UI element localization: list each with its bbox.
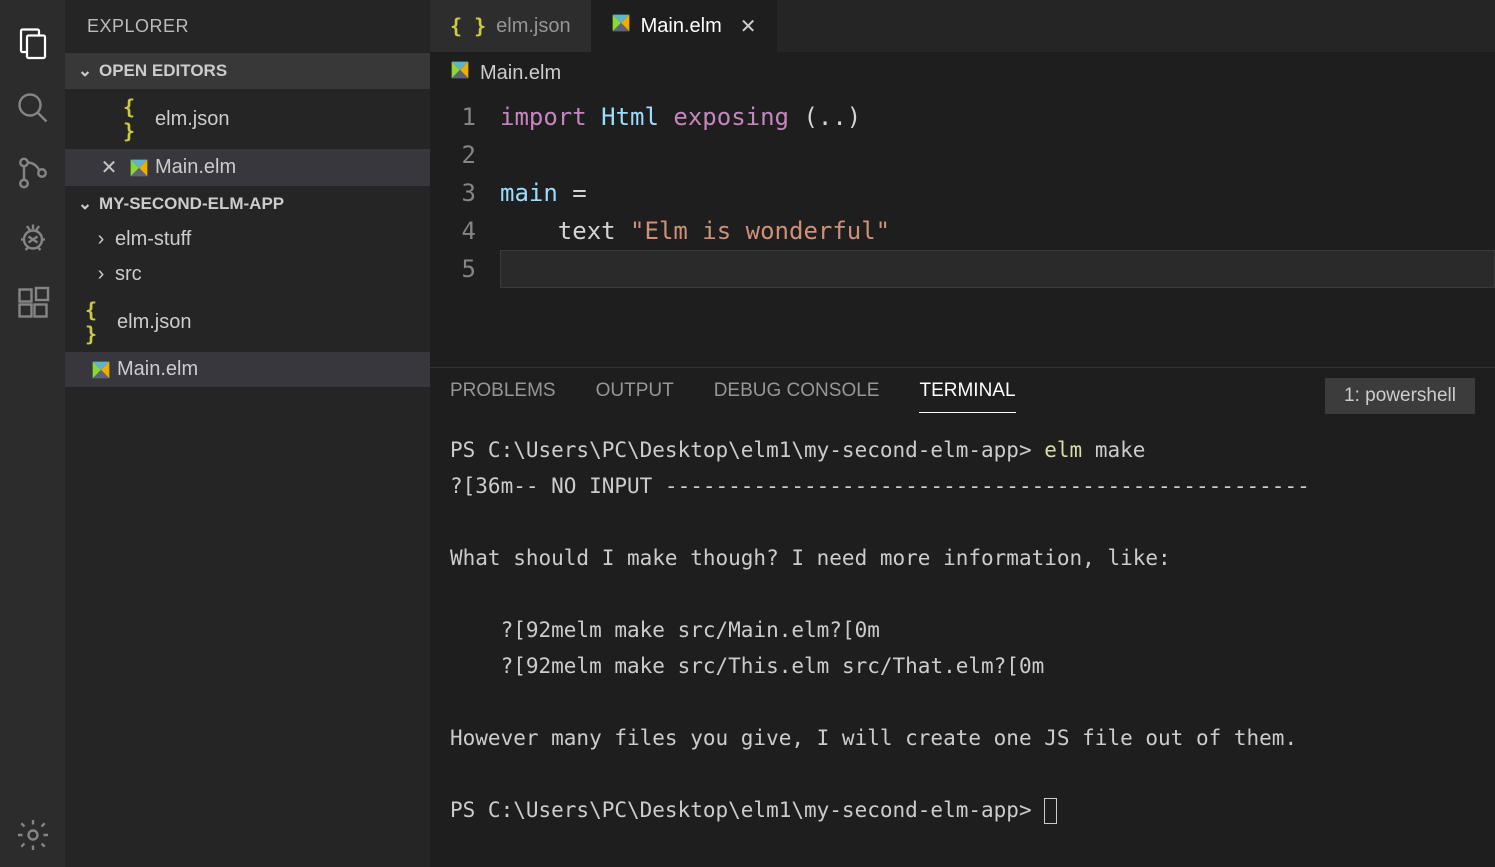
panel-tabs: PROBLEMS OUTPUT DEBUG CONSOLE TERMINAL 1… [430, 368, 1495, 414]
json-icon: { } [450, 14, 486, 38]
panel-tab-output[interactable]: OUTPUT [596, 380, 674, 412]
line-number: 2 [430, 136, 476, 174]
close-icon[interactable]: ✕ [95, 155, 123, 180]
punctuation: (..) [803, 103, 861, 131]
open-editors-header[interactable]: ⌄ OPEN EDITORS [65, 53, 430, 89]
terminal-selector[interactable]: 1: powershell [1325, 378, 1475, 414]
chevron-right-icon: › [91, 228, 111, 251]
operator: = [572, 179, 586, 207]
elm-icon [85, 360, 117, 380]
breadcrumb[interactable]: Main.elm [430, 52, 1495, 94]
tab-main-elm[interactable]: Main.elm ✕ [591, 0, 777, 52]
json-icon: { } [85, 298, 117, 346]
line-gutter: 1 2 3 4 5 [430, 98, 500, 367]
elm-icon [450, 60, 470, 86]
terminal-cursor [1044, 798, 1057, 824]
explorer-icon[interactable] [0, 10, 65, 75]
terminal-selector-label: 1: powershell [1344, 385, 1456, 406]
folder-label: elm-stuff [115, 228, 191, 251]
string: "Elm is wonderful" [630, 217, 890, 245]
source-control-icon[interactable] [0, 140, 65, 205]
folder-label: src [115, 263, 142, 286]
terminal-line: However many files you give, I will crea… [450, 726, 1297, 750]
keyword: exposing [673, 103, 789, 131]
open-editor-elm-json[interactable]: { } elm.json [65, 89, 430, 149]
settings-gear-icon[interactable] [0, 802, 65, 867]
editor-tabs: { } elm.json Main.elm ✕ [430, 0, 1495, 52]
debug-icon[interactable] [0, 205, 65, 270]
file-main-elm[interactable]: Main.elm [65, 352, 430, 387]
chevron-right-icon: › [91, 263, 111, 286]
folder-src[interactable]: › src [65, 257, 430, 292]
activity-bar [0, 0, 65, 867]
identifier: Html [601, 103, 659, 131]
breadcrumb-file: Main.elm [480, 62, 561, 85]
panel-tab-terminal[interactable]: TERMINAL [919, 380, 1015, 413]
terminal-arg: make [1095, 438, 1146, 462]
workspace-header[interactable]: ⌄ MY-SECOND-ELM-APP [65, 186, 430, 222]
tab-elm-json[interactable]: { } elm.json [430, 0, 591, 52]
terminal-line: ?[36m-- NO INPUT -----------------------… [450, 474, 1310, 498]
extensions-icon[interactable] [0, 270, 65, 335]
sidebar-title: EXPLORER [65, 0, 430, 53]
terminal-prompt: PS C:\Users\PC\Desktop\elm1\my-second-el… [450, 438, 1032, 462]
terminal-line: ?[92melm make src/This.elm src/That.elm?… [450, 654, 1044, 678]
elm-icon [123, 158, 155, 178]
open-editors-label: OPEN EDITORS [99, 61, 227, 81]
close-icon[interactable]: ✕ [740, 14, 757, 39]
folder-elm-stuff[interactable]: › elm-stuff [65, 222, 430, 257]
elm-icon [611, 13, 631, 39]
file-elm-json[interactable]: { } elm.json [65, 292, 430, 352]
line-number: 1 [430, 98, 476, 136]
json-icon: { } [123, 95, 155, 143]
workspace-label: MY-SECOND-ELM-APP [99, 194, 284, 214]
panel-tab-debug[interactable]: DEBUG CONSOLE [714, 380, 880, 412]
chevron-down-icon: ⌄ [75, 194, 95, 214]
chevron-down-icon: ⌄ [75, 61, 95, 81]
file-label: Main.elm [155, 156, 236, 179]
terminal-line: ?[92melm make src/Main.elm?[0m [450, 618, 880, 642]
terminal-command: elm [1044, 438, 1082, 462]
terminal-prompt: PS C:\Users\PC\Desktop\elm1\my-second-el… [450, 798, 1032, 822]
main-area: { } elm.json Main.elm ✕ Main.elm 1 2 3 4… [430, 0, 1495, 867]
tab-label: Main.elm [641, 15, 722, 38]
terminal-output[interactable]: PS C:\Users\PC\Desktop\elm1\my-second-el… [430, 414, 1495, 867]
code-editor[interactable]: 1 2 3 4 5 import Html exposing (..) main… [430, 94, 1495, 367]
terminal-line: What should I make though? I need more i… [450, 546, 1171, 570]
tab-label: elm.json [496, 15, 570, 38]
identifier: main [500, 179, 558, 207]
file-label: elm.json [155, 108, 229, 131]
open-editor-main-elm[interactable]: ✕ Main.elm [65, 149, 430, 186]
code-content[interactable]: import Html exposing (..) main = text "E… [500, 98, 1495, 367]
explorer-sidebar: EXPLORER ⌄ OPEN EDITORS { } elm.json ✕ M… [65, 0, 430, 867]
bottom-panel: PROBLEMS OUTPUT DEBUG CONSOLE TERMINAL 1… [430, 367, 1495, 867]
identifier: text [558, 217, 616, 245]
keyword: import [500, 103, 587, 131]
line-number: 3 [430, 174, 476, 212]
line-number: 4 [430, 212, 476, 250]
line-number: 5 [430, 250, 476, 288]
file-label: elm.json [117, 311, 191, 334]
panel-tab-problems[interactable]: PROBLEMS [450, 380, 556, 412]
search-icon[interactable] [0, 75, 65, 140]
file-label: Main.elm [117, 358, 198, 381]
